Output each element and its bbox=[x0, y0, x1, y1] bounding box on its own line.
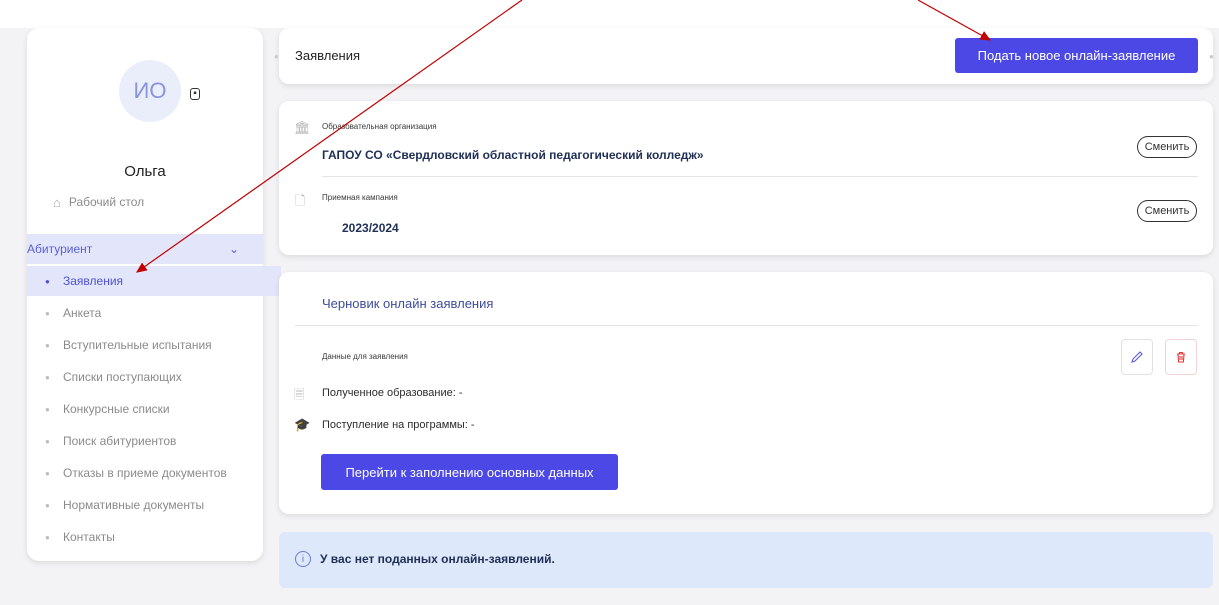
notice-text: У вас нет поданных онлайн-заявлений. bbox=[320, 552, 555, 566]
info-icon: i bbox=[295, 551, 311, 567]
sidebar-item-competition-lists[interactable]: ● Конкурсные списки bbox=[27, 394, 281, 424]
sidebar-item-desktop[interactable]: ⌂ Рабочий стол bbox=[27, 190, 289, 214]
bullet-icon: ● bbox=[45, 500, 50, 510]
bullet-icon: ● bbox=[45, 276, 50, 286]
sidebar-item-contacts[interactable]: ● Контакты bbox=[27, 522, 281, 552]
sidebar-item-label: Контакты bbox=[63, 530, 115, 544]
sidebar-item-questionnaire[interactable]: ● Анкета bbox=[27, 298, 281, 328]
organization-card: 🏛 Образовательная организация ГАПОУ СО «… bbox=[279, 101, 1213, 255]
fill-data-button[interactable]: Перейти к заполнению основных данных bbox=[321, 454, 618, 490]
sidebar-item-label: Нормативные документы bbox=[63, 498, 205, 512]
sidebar-item-label: Рабочий стол bbox=[68, 195, 145, 209]
divider bbox=[295, 325, 1198, 326]
bullet-icon: ● bbox=[45, 372, 50, 382]
divider bbox=[322, 176, 1198, 177]
bullet-icon: ● bbox=[45, 404, 50, 414]
sidebar: ИО ▪ Ольга ⌂ Рабочий стол Абитуриент ⌄ ●… bbox=[27, 28, 281, 561]
graduation-cap-icon: 🎓 bbox=[294, 417, 311, 432]
new-application-button[interactable]: Подать новое онлайн-заявление bbox=[955, 38, 1198, 73]
document-icon[interactable]: ▪ bbox=[190, 88, 200, 100]
sidebar-item-applicant-lists[interactable]: ● Списки поступающих bbox=[27, 362, 281, 392]
education-text: Полученное образование: - bbox=[322, 387, 463, 399]
bullet-icon: ● bbox=[45, 340, 50, 350]
certificate-icon: 🗏 bbox=[294, 387, 305, 402]
sidebar-item-label: Анкета bbox=[63, 306, 102, 320]
org-label: Образовательная организация bbox=[322, 122, 437, 131]
programs-text: Поступление на программы: - bbox=[322, 419, 475, 431]
sidebar-item-label: Поиск абитуриентов bbox=[63, 434, 177, 448]
sidebar-item-regulations[interactable]: ● Нормативные документы bbox=[27, 490, 281, 520]
draft-card: Черновик онлайн заявления Данные для зая… bbox=[279, 272, 1213, 514]
sidebar-item-label: Заявления bbox=[63, 274, 124, 288]
chevron-down-icon: ⌄ bbox=[228, 242, 239, 256]
bullet-icon: ● bbox=[45, 436, 50, 446]
delete-button[interactable] bbox=[1165, 339, 1197, 375]
bullet-icon: ● bbox=[45, 308, 50, 318]
pencil-icon bbox=[1131, 351, 1143, 363]
trash-icon bbox=[1177, 351, 1185, 363]
bullet-icon: ● bbox=[45, 532, 50, 542]
draft-title: Черновик онлайн заявления bbox=[322, 296, 494, 311]
sidebar-item-label: Вступительные испытания bbox=[63, 338, 212, 352]
org-value: ГАПОУ СО «Свердловский областной педагог… bbox=[322, 148, 704, 162]
notice-banner: i У вас нет поданных онлайн-заявлений. bbox=[279, 532, 1213, 588]
user-name: Ольга bbox=[124, 163, 166, 180]
dot-icon: ● bbox=[1209, 52, 1214, 61]
bullet-icon: ● bbox=[45, 468, 50, 478]
change-org-button[interactable]: Сменить bbox=[1137, 136, 1197, 158]
campaign-value: 2023/2024 bbox=[342, 221, 399, 235]
building-icon: 🏛 bbox=[294, 120, 311, 135]
sidebar-item-entrance-tests[interactable]: ● Вступительные испытания bbox=[27, 330, 281, 360]
edit-button[interactable] bbox=[1121, 339, 1153, 375]
home-icon: ⌂ bbox=[53, 194, 61, 210]
header-card: ● Заявления Подать новое онлайн-заявлени… bbox=[274, 28, 1214, 84]
avatar-initials: ИО bbox=[133, 78, 167, 103]
sidebar-item-applications[interactable]: ● Заявления bbox=[27, 266, 281, 296]
change-campaign-button[interactable]: Сменить bbox=[1137, 200, 1197, 222]
sidebar-item-label: Конкурсные списки bbox=[63, 402, 170, 416]
sidebar-item-refusals[interactable]: ● Отказы в приеме документов bbox=[27, 458, 281, 488]
top-band bbox=[0, 0, 1219, 28]
dot-icon: ● bbox=[274, 52, 279, 61]
campaign-label: Приемная кампания bbox=[322, 193, 398, 202]
avatar[interactable]: ИО bbox=[119, 60, 181, 122]
sidebar-item-label: Списки поступающих bbox=[63, 370, 182, 384]
breadcrumb: Заявления bbox=[295, 48, 361, 63]
file-icon: 🗋 bbox=[295, 193, 306, 208]
draft-data-label: Данные для заявления bbox=[322, 352, 408, 361]
sidebar-group-applicant[interactable]: Абитуриент ⌄ bbox=[27, 234, 263, 264]
sidebar-item-applicant-search[interactable]: ● Поиск абитуриентов bbox=[27, 426, 281, 456]
sidebar-group-label: Абитуриент bbox=[27, 242, 93, 256]
sidebar-item-label: Отказы в приеме документов bbox=[63, 466, 227, 480]
